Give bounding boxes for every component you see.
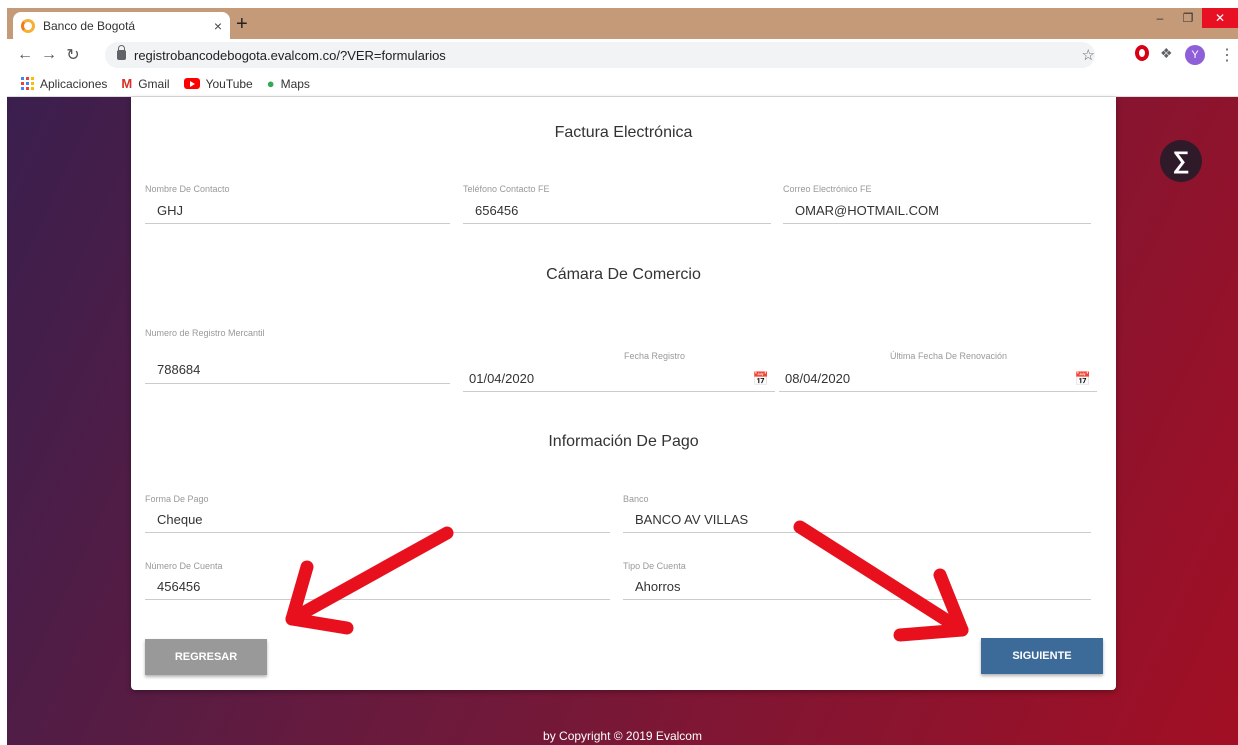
apps-grid-icon <box>21 77 34 90</box>
gmail-icon: M <box>121 76 133 91</box>
close-window-icon[interactable]: ✕ <box>1202 8 1238 28</box>
extensions-puzzle-icon[interactable]: ❖ <box>1160 45 1173 62</box>
bookmark-apps[interactable]: Aplicaciones <box>21 77 107 91</box>
bookmark-maps[interactable]: ● Maps <box>267 76 310 91</box>
profile-avatar[interactable]: Y <box>1185 45 1205 65</box>
youtube-icon <box>183 78 200 89</box>
tab-strip: Banco de Bogotá × + – ❐ ✕ <box>7 8 1238 39</box>
minimize-icon[interactable]: – <box>1146 8 1174 28</box>
favicon-icon <box>21 18 35 33</box>
forward-arrow-icon[interactable]: → <box>37 46 61 64</box>
address-bar[interactable]: registrobancodebogota.evalcom.co/?VER=fo… <box>105 42 1095 68</box>
bookmark-label: Gmail <box>138 76 170 91</box>
reload-icon[interactable]: ↻ <box>61 45 85 65</box>
browser-menu-icon[interactable]: ⋮ <box>1219 45 1235 65</box>
back-arrow-icon[interactable]: ← <box>13 46 37 64</box>
restore-icon[interactable]: ❐ <box>1174 8 1202 28</box>
bookmark-label: Aplicaciones <box>40 76 108 91</box>
bookmark-youtube[interactable]: YouTube <box>183 76 253 91</box>
bookmark-star-icon[interactable]: ☆ <box>1082 46 1095 64</box>
tab-title: Banco de Bogotá <box>43 18 136 33</box>
window-controls: – ❐ ✕ <box>1146 8 1238 28</box>
page-background: Factura Electrónica Nombre De Contacto G… <box>7 97 1238 745</box>
annotation-arrows <box>285 520 969 642</box>
bookmark-label: Maps <box>280 76 310 91</box>
opera-extension-icon[interactable] <box>1135 45 1149 61</box>
maps-pin-icon: ● <box>266 76 275 91</box>
bookmarks-bar: Aplicaciones M Gmail YouTube ● Maps <box>7 71 1238 97</box>
new-tab-button[interactable]: + <box>236 14 248 34</box>
left-arrow-shaft <box>285 526 454 626</box>
browser-tab[interactable]: Banco de Bogotá × <box>13 12 230 39</box>
url-text: registrobancodebogota.evalcom.co/?VER=fo… <box>134 47 446 63</box>
tab-close-icon[interactable]: × <box>214 18 222 34</box>
bookmark-gmail[interactable]: M Gmail <box>121 76 169 91</box>
bookmark-label: YouTube <box>205 76 253 91</box>
lock-icon <box>117 45 126 60</box>
toolbar: ← → ↻ registrobancodebogota.evalcom.co/?… <box>7 39 1238 71</box>
